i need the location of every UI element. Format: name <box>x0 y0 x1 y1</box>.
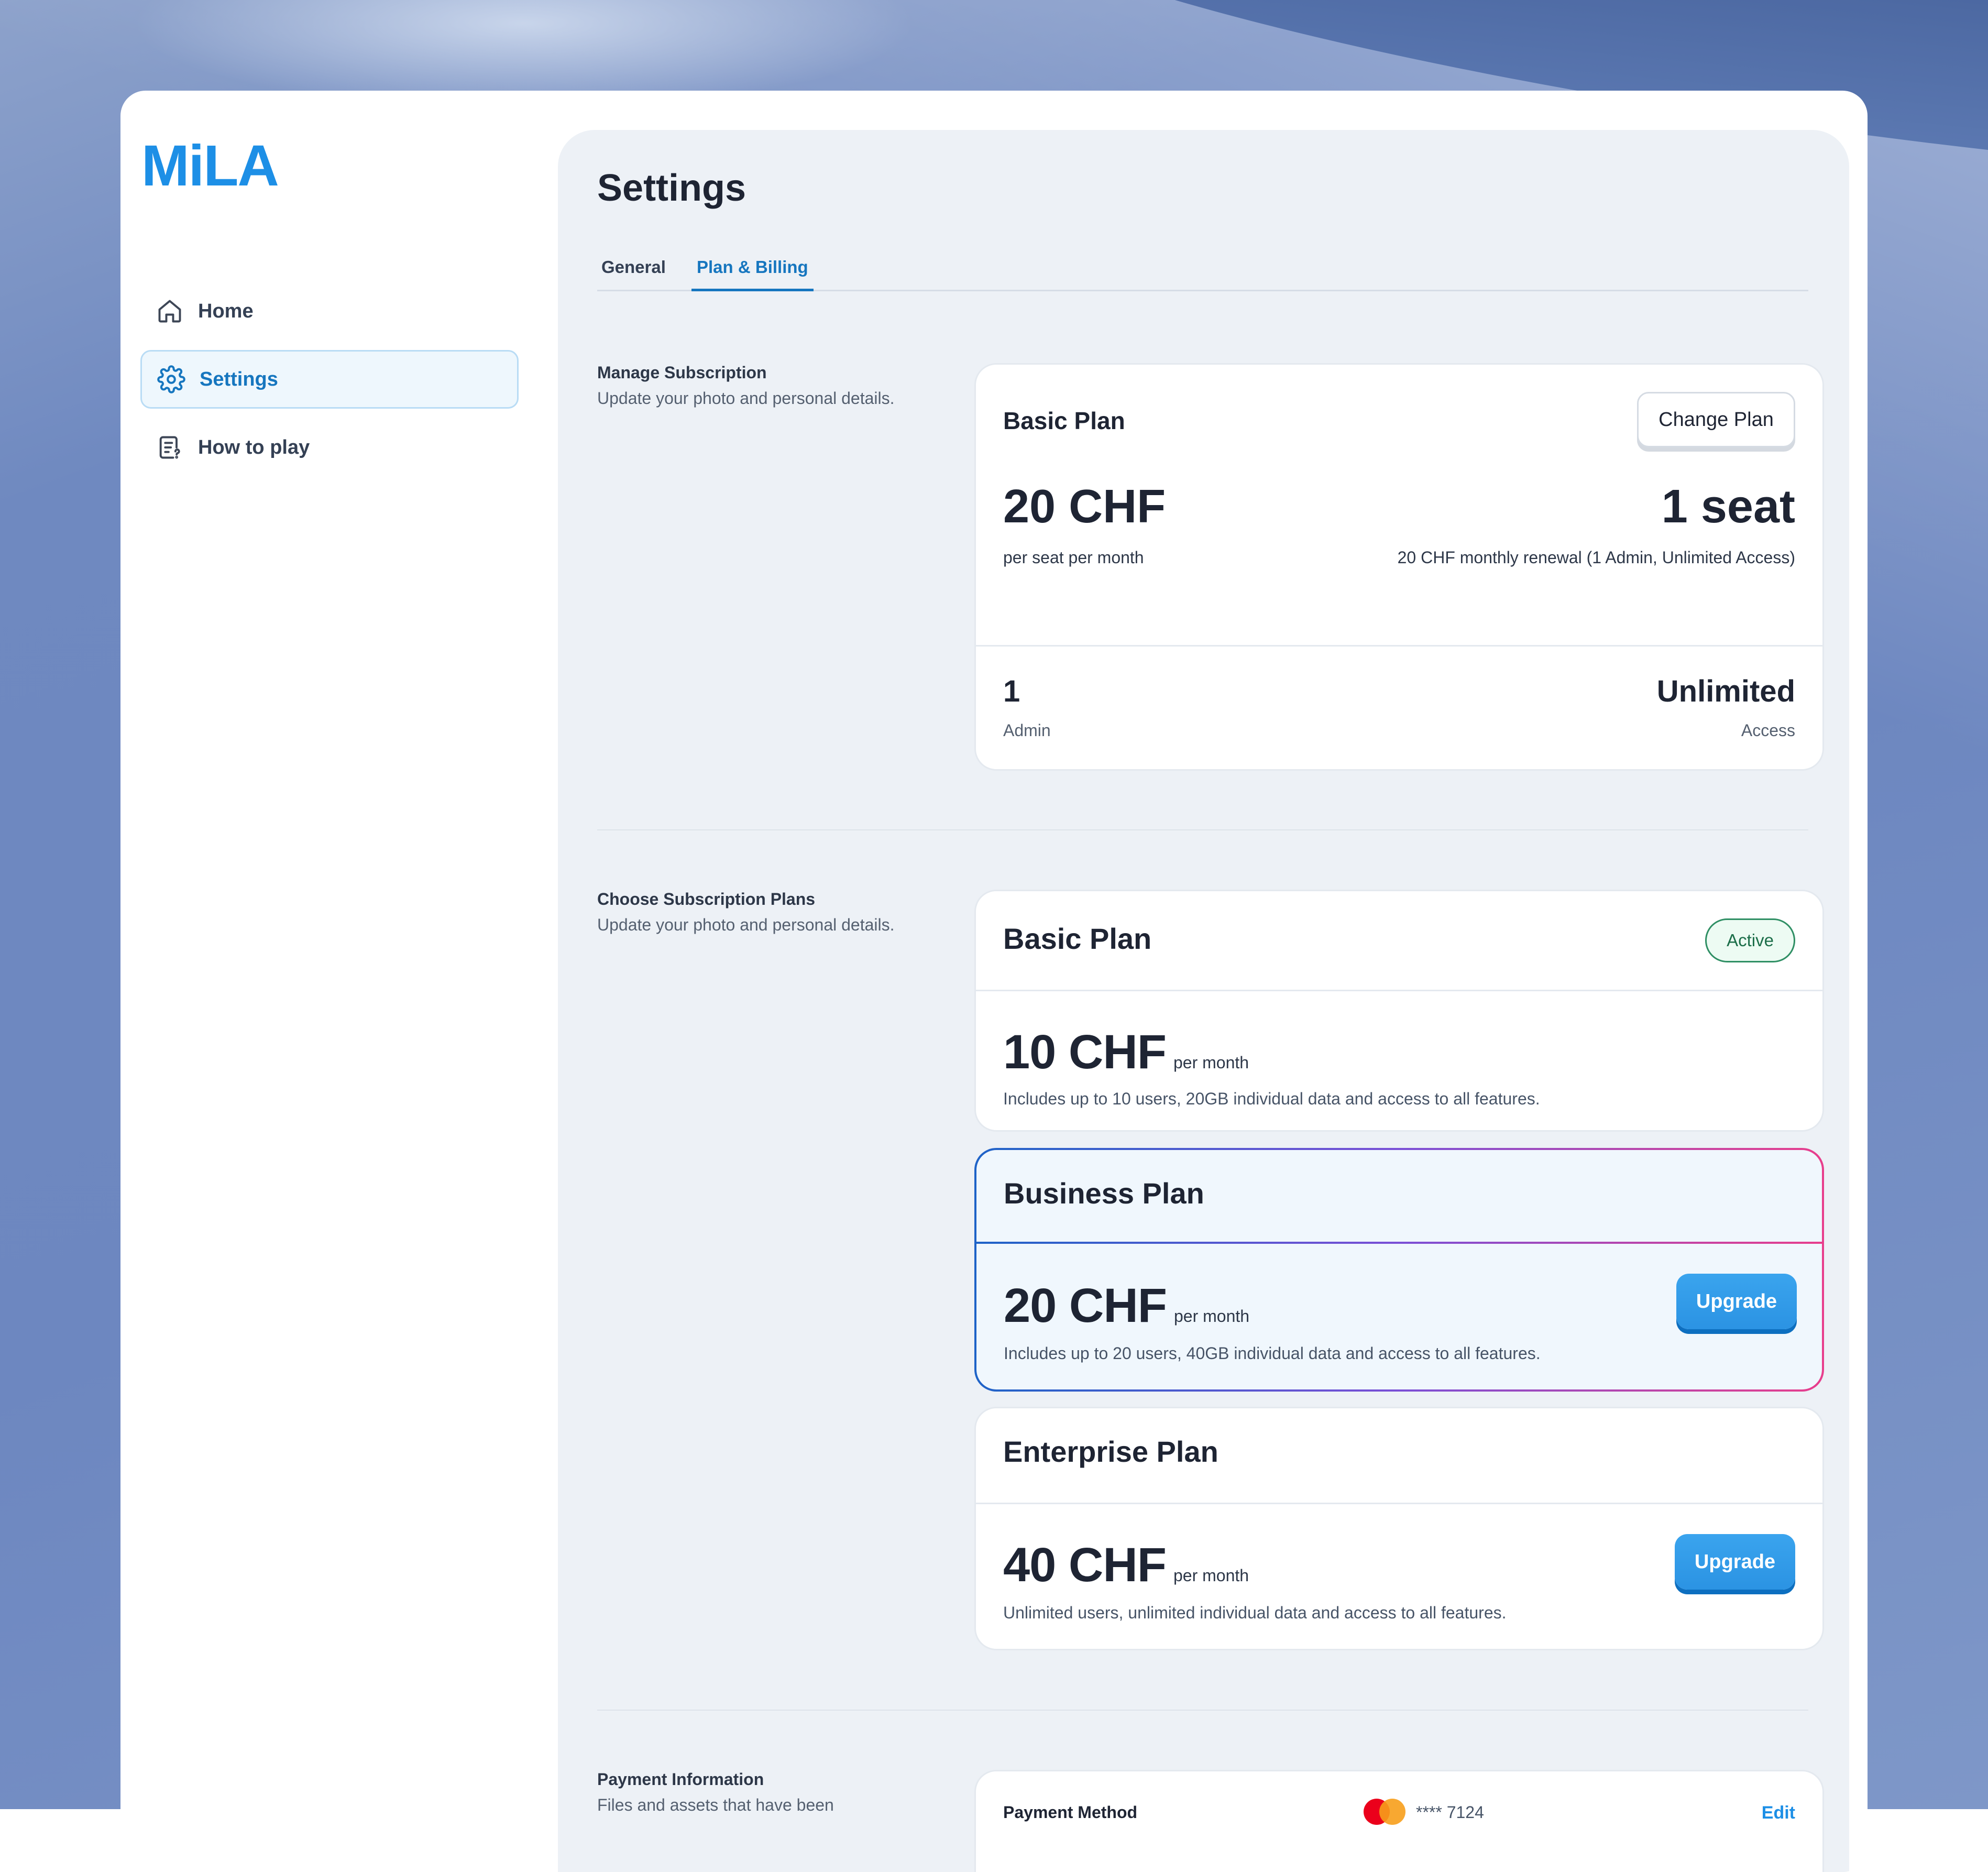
card-divider <box>976 1503 1822 1504</box>
plan-price-amount: 20 CHF <box>1004 1279 1167 1332</box>
plan-price-amount: 40 CHF <box>1003 1538 1167 1592</box>
sidebar-item-label: Settings <box>200 368 278 390</box>
section-subtitle: Update your photo and personal details. <box>597 389 895 408</box>
document-help-icon <box>155 433 184 462</box>
upgrade-button-business[interactable]: Upgrade <box>1676 1274 1797 1329</box>
edit-payment-link[interactable]: Edit <box>1762 1803 1795 1823</box>
plan-card-basic[interactable]: Basic Plan Active 10 CHF per month Includ… <box>974 890 1824 1132</box>
card-divider <box>976 645 1822 647</box>
app-window: MiLA Home Settings How to play Settings … <box>120 91 1868 1872</box>
tab-plan-billing[interactable]: Plan & Billing <box>691 253 814 291</box>
plan-card-enterprise[interactable]: Enterprise Plan 40 CHF per month Unlimite… <box>974 1407 1824 1650</box>
access-value: Unlimited <box>1656 674 1795 708</box>
current-plan-name: Basic Plan <box>1003 407 1125 434</box>
settings-tabs: General Plan & Billing <box>597 253 1808 291</box>
payment-information-header: Payment Information Files and assets tha… <box>597 1770 834 1815</box>
plan-name: Business Plan <box>1004 1177 1204 1210</box>
plan-description: Includes up to 10 users, 20GB individual… <box>1003 1089 1540 1108</box>
plan-price-amount: 10 CHF <box>1003 1025 1167 1079</box>
card-divider <box>974 1242 1824 1244</box>
card-divider <box>976 990 1822 991</box>
section-title: Manage Subscription <box>597 363 767 382</box>
upgrade-button-enterprise[interactable]: Upgrade <box>1675 1534 1795 1590</box>
payment-method-label: Payment Method <box>1003 1803 1138 1822</box>
status-badge: Active <box>1705 918 1795 962</box>
sidebar-item-label: How to play <box>198 436 310 458</box>
current-plan-price: 20 CHF <box>1003 480 1166 533</box>
sidebar-item-home[interactable]: Home <box>140 282 519 341</box>
seat-count: 1 seat <box>1661 480 1795 533</box>
section-divider <box>597 1710 1808 1711</box>
access-label: Access <box>1741 721 1795 740</box>
mastercard-icon <box>1364 1799 1405 1825</box>
plan-name: Enterprise Plan <box>1003 1435 1218 1468</box>
plan-price-period: per month <box>1173 1053 1249 1072</box>
settings-panel: Settings General Plan & Billing Manage S… <box>558 130 1849 1872</box>
plan-card-business[interactable]: Business Plan 20 CHF per month Includes u… <box>974 1148 1824 1392</box>
change-plan-button[interactable]: Change Plan <box>1637 392 1795 447</box>
plan-price: 40 CHF per month <box>1003 1538 1249 1593</box>
sidebar-item-how-to-play[interactable]: How to play <box>140 418 519 477</box>
payment-method-card: Payment Method **** 7124 Edit <box>974 1770 1824 1872</box>
app-logo[interactable]: MiLA <box>141 133 279 199</box>
manage-subscription-header: Manage Subscription Update your photo an… <box>597 363 895 408</box>
section-divider <box>597 829 1808 830</box>
plan-price-period: per month <box>1173 1307 1250 1326</box>
home-icon <box>155 297 184 326</box>
plan-price: 20 CHF per month <box>1004 1278 1249 1333</box>
admin-label: Admin <box>1003 721 1051 740</box>
plan-description: Unlimited users, unlimited individual da… <box>1003 1603 1507 1622</box>
plan-name: Basic Plan <box>1003 922 1152 955</box>
section-title: Payment Information <box>597 1770 764 1789</box>
choose-plans-header: Choose Subscription Plans Update your ph… <box>597 890 895 935</box>
card-number: **** 7124 <box>1416 1803 1484 1822</box>
sidebar-item-label: Home <box>198 300 254 322</box>
plan-price: 10 CHF per month <box>1003 1025 1249 1080</box>
section-title: Choose Subscription Plans <box>597 890 816 908</box>
tab-general[interactable]: General <box>601 253 666 290</box>
seat-count-caption: 20 CHF monthly renewal (1 Admin, Unlimit… <box>1397 548 1795 567</box>
gear-icon <box>157 365 186 394</box>
plan-card-business-body: Business Plan 20 CHF per month Includes u… <box>974 1150 1824 1389</box>
admin-count: 1 <box>1003 674 1020 708</box>
plan-price-period: per month <box>1173 1566 1249 1585</box>
current-plan-card: Basic Plan Change Plan 20 CHF per seat p… <box>974 363 1824 771</box>
section-subtitle: Files and assets that have been <box>597 1796 834 1814</box>
current-plan-price-caption: per seat per month <box>1003 548 1144 567</box>
section-subtitle: Update your photo and personal details. <box>597 915 895 934</box>
plan-description: Includes up to 20 users, 40GB individual… <box>1004 1344 1541 1363</box>
page-title: Settings <box>597 167 746 209</box>
sidebar-item-settings[interactable]: Settings <box>140 350 519 409</box>
